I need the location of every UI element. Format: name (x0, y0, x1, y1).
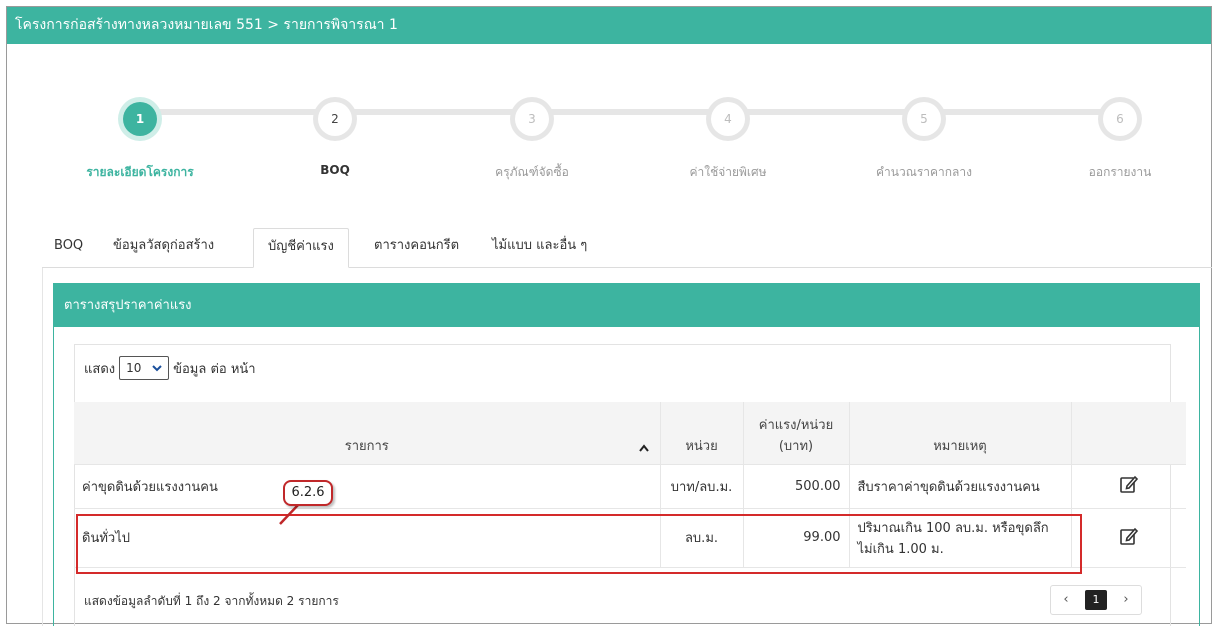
page-length-select[interactable]: 10 (119, 356, 170, 382)
header-item-label: รายการ (344, 438, 389, 454)
header-price[interactable]: ค่าแรง/หน่วย (บาท) (743, 402, 850, 465)
step-2[interactable]: 2 (313, 97, 357, 141)
sort-asc-icon[interactable] (638, 442, 650, 456)
annotation-callout: 6.2.6 (283, 480, 333, 506)
tab-concrete[interactable]: ตารางคอนกรีต (374, 228, 459, 268)
header-price-line2: (บาท) (778, 438, 814, 454)
step-5-label: คำนวณราคากลาง (875, 165, 973, 179)
header-note[interactable]: หมายเหตุ (849, 402, 1072, 465)
panel-title: ตารางสรุปราคาค่าแรง (54, 284, 1199, 327)
chevron-down-icon (151, 360, 163, 382)
edit-icon[interactable] (1119, 526, 1139, 546)
step-3-label: ครุภัณฑ์จัดซื้อ (495, 165, 569, 179)
header-note-label: หมายเหตุ (933, 438, 987, 454)
header-price-line1: ค่าแรง/หน่วย (758, 417, 834, 433)
stepper-track (140, 109, 1125, 115)
tab-materials[interactable]: ข้อมูลวัสดุก่อสร้าง (113, 228, 214, 268)
step-4-label: ค่าใช้จ่ายพิเศษ (689, 165, 767, 179)
step-2-label: BOQ (320, 163, 350, 177)
table-row: ค่าขุดดินด้วยแรงงานคน บาท/ลบ.ม. 500.00 ส… (74, 464, 1186, 509)
page-length-control: แสดง 10 ข้อมูล ต่อ หน้า (84, 356, 256, 380)
step-3[interactable]: 3 (510, 97, 554, 141)
step-5[interactable]: 5 (902, 97, 946, 141)
step-1[interactable]: 1 (118, 97, 162, 141)
cell-note: สืบราคาค่าขุดดินด้วยแรงงานคน (849, 464, 1072, 509)
header-unit[interactable]: หน่วย (660, 402, 744, 465)
table-header-row: รายการ หน่วย ค่าแรง/หน่วย (บาท) หมายเหตุ (74, 402, 1186, 465)
cell-actions (1071, 508, 1186, 568)
tab-boq[interactable]: BOQ (54, 228, 83, 268)
tab-formwork[interactable]: ไม้แบบ และอื่น ๆ (492, 228, 587, 268)
header-actions (1071, 402, 1186, 465)
step-4[interactable]: 4 (706, 97, 750, 141)
table-info: แสดงข้อมูลลำดับที่ 1 ถึง 2 จากทั้งหมด 2 … (84, 594, 339, 608)
step-6[interactable]: 6 (1098, 97, 1142, 141)
cell-price: 500.00 (743, 464, 850, 509)
cell-actions (1071, 464, 1186, 509)
header-item[interactable]: รายการ (74, 402, 661, 465)
cell-unit: บาท/ลบ.ม. (660, 464, 744, 509)
step-1-label: รายละเอียดโครงการ (86, 165, 194, 179)
edit-icon[interactable] (1119, 474, 1139, 494)
tab-labor[interactable]: บัญชีค่าแรง (253, 228, 349, 268)
breadcrumb-header: โครงการก่อสร้างทางหลวงหมายเลข 551 > รายก… (7, 7, 1211, 44)
pagination-prev[interactable]: ‹ (1051, 586, 1081, 614)
pagination-next[interactable]: › (1111, 586, 1141, 614)
pagination-page-1[interactable]: 1 (1085, 590, 1107, 610)
length-prefix: แสดง (84, 361, 116, 377)
step-6-label: ออกรายงาน (1088, 165, 1152, 179)
header-unit-label: หน่วย (685, 438, 718, 454)
cell-item: ค่าขุดดินด้วยแรงงานคน (74, 464, 661, 509)
callout-pointer (279, 504, 299, 525)
page-length-value: 10 (126, 361, 142, 375)
length-suffix: ข้อมูล ต่อ หน้า (173, 361, 256, 377)
pagination: ‹ 1 › (1050, 585, 1142, 615)
row-highlight-box (76, 514, 1082, 574)
